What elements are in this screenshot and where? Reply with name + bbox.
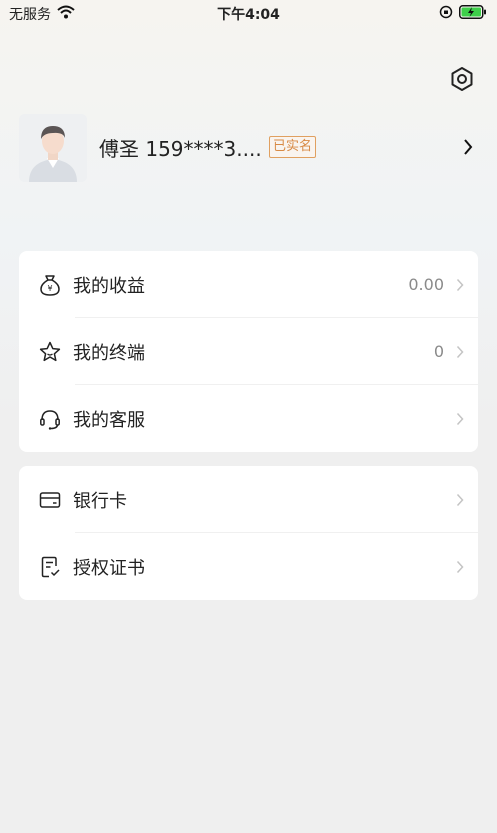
chevron-right-icon [456,560,464,574]
user-name: 傅圣 159****3.... [99,137,262,161]
chevron-right-icon [456,493,464,507]
chevron-right-icon [463,138,473,160]
chevron-right-icon [456,345,464,359]
menu-item-label: 我的收益 [73,275,145,297]
menu-item-label: 我的终端 [73,342,145,364]
certificate-icon [37,554,63,580]
menu-item-terminals[interactable]: 我的终端 0 [19,318,478,385]
chevron-right-icon [456,412,464,426]
main-menu-card: ¥ 我的收益 0.00 我的终端 0 我的客服 [19,251,478,452]
menu-item-earnings[interactable]: ¥ 我的收益 0.00 [19,251,478,318]
profile-header[interactable]: 傅圣 159****3.... 已实名 [19,114,479,182]
chevron-right-icon [456,278,464,292]
menu-item-customer-service[interactable]: 我的客服 [19,385,478,452]
bank-card-icon [37,487,63,513]
settings-hexagon-icon [449,66,475,96]
settings-button[interactable] [447,66,477,96]
battery-charging-icon [459,4,487,23]
secondary-menu-card: 银行卡 授权证书 [19,466,478,600]
menu-item-bank-card[interactable]: 银行卡 [19,466,478,533]
menu-item-label: 我的客服 [73,409,145,431]
status-time: 下午4:04 [217,7,280,23]
verified-badge: 已实名 [269,136,317,158]
svg-text:¥: ¥ [47,284,52,293]
headset-icon [37,406,63,432]
money-bag-icon: ¥ [37,272,63,298]
earnings-value: 0.00 [408,275,444,294]
terminals-value: 0 [433,342,444,361]
star-icon [37,339,63,365]
menu-item-label: 授权证书 [73,557,145,579]
menu-item-certificate[interactable]: 授权证书 [19,533,478,600]
status-bar: 无服务 下午4:04 [0,0,497,26]
menu-item-label: 银行卡 [73,490,127,512]
orientation-lock-icon [439,4,453,23]
avatar[interactable] [19,114,87,182]
